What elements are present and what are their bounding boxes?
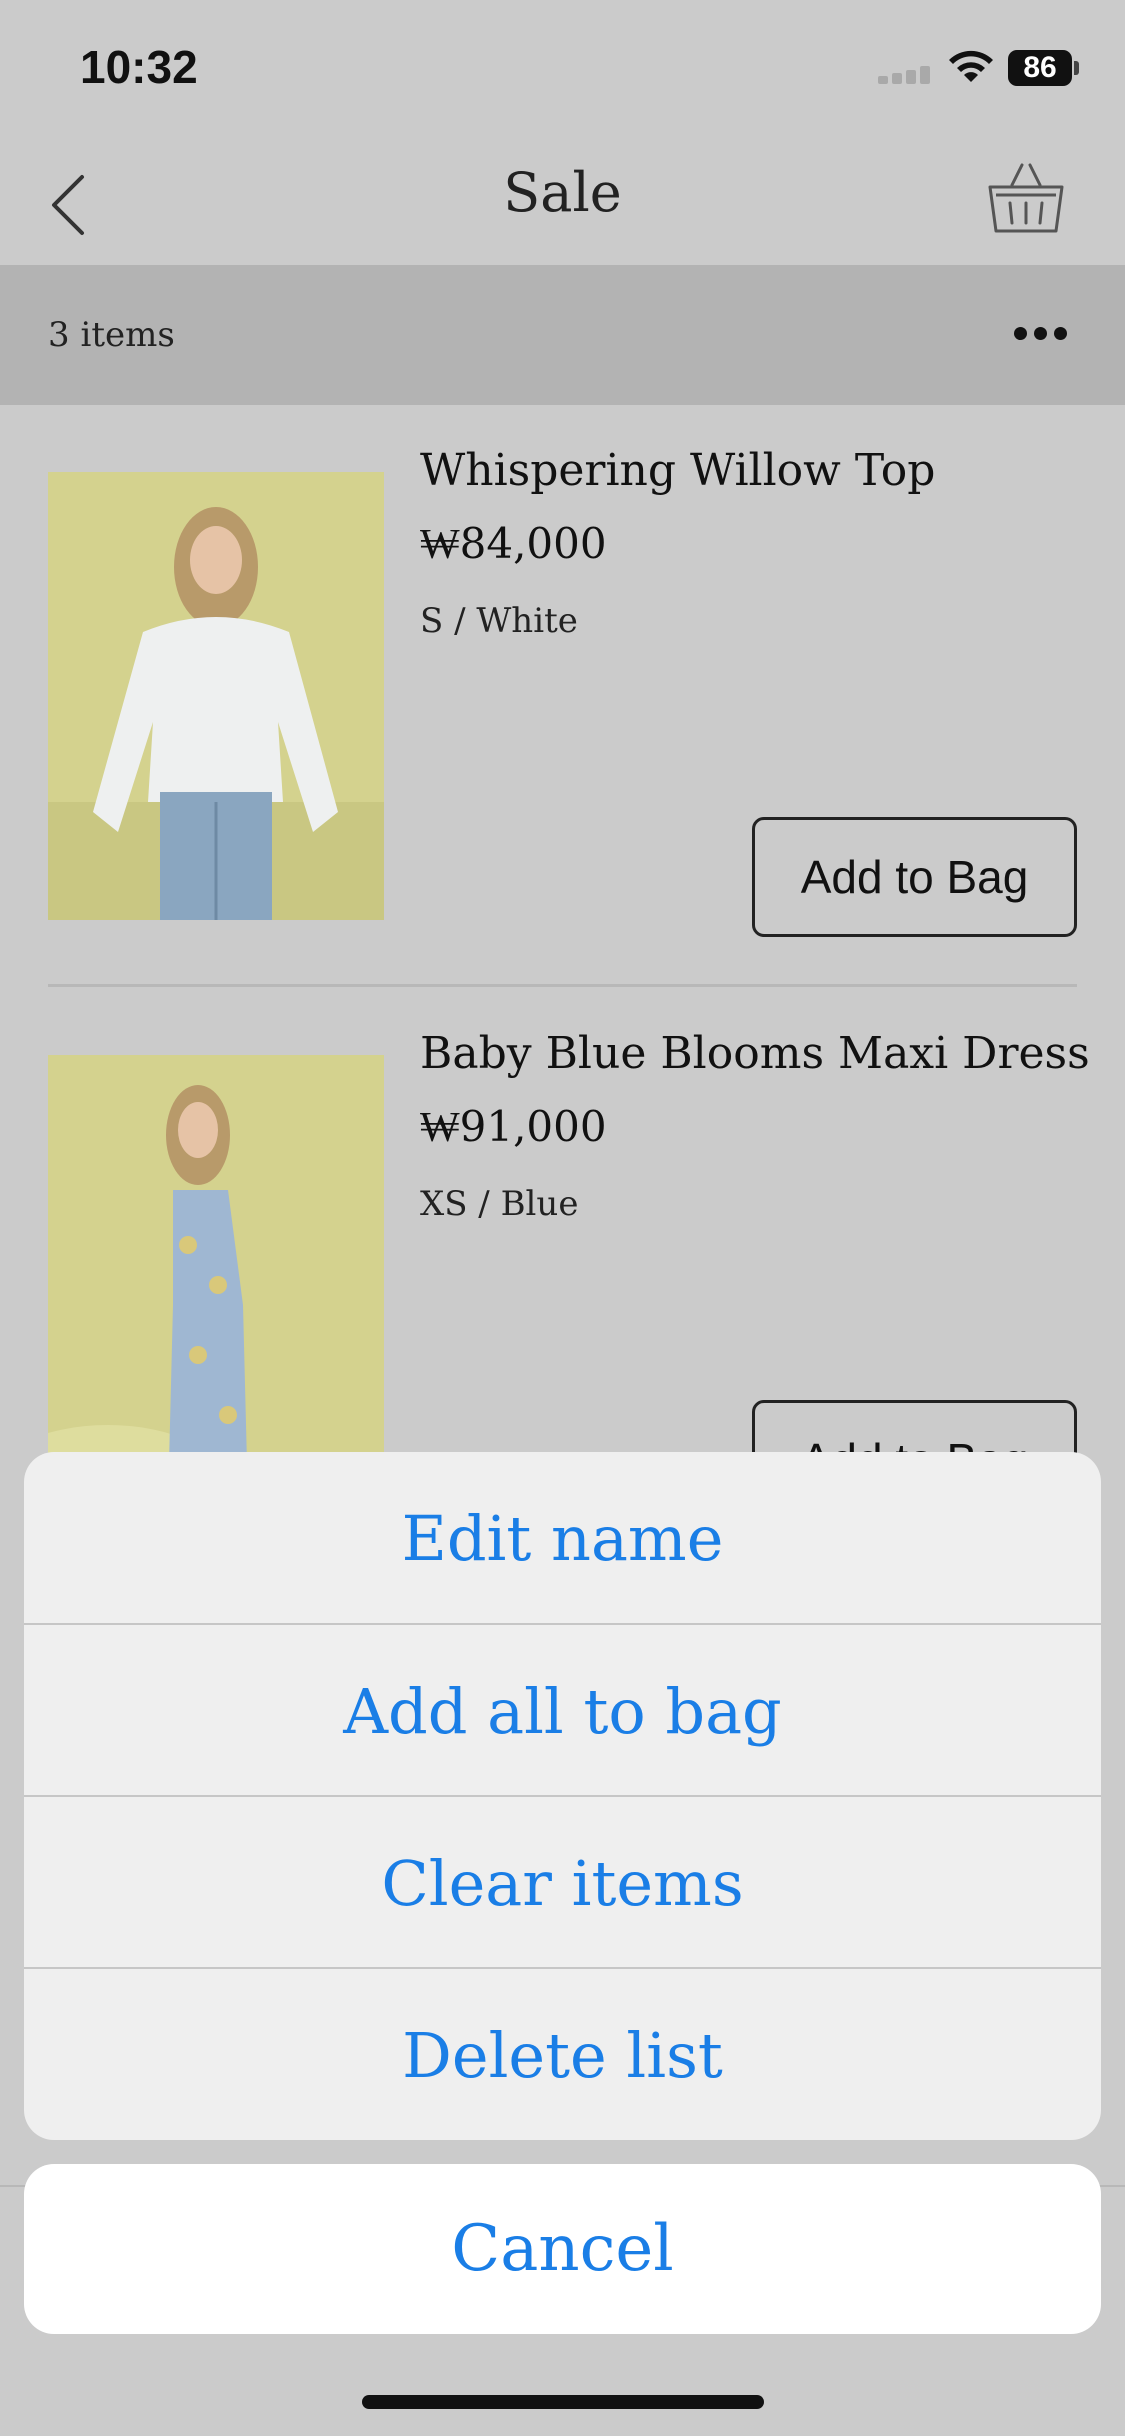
action-sheet: Edit name Add all to bag Clear items Del… — [24, 1452, 1101, 2140]
home-indicator[interactable] — [362, 2395, 764, 2409]
clear-items-button[interactable]: Clear items — [24, 1797, 1101, 1969]
edit-name-button[interactable]: Edit name — [24, 1452, 1101, 1624]
product-name[interactable]: Whispering Willow Top — [420, 445, 935, 496]
battery-cap — [1074, 61, 1079, 75]
status-bar: 10:32 86 — [0, 0, 1125, 135]
basket-icon[interactable] — [986, 159, 1066, 239]
ellipsis-icon[interactable] — [1010, 317, 1070, 353]
battery-icon: 86 — [1008, 50, 1072, 86]
nav-bar: Sale — [0, 135, 1125, 265]
product-image[interactable] — [48, 1055, 384, 1503]
page-title: Sale — [503, 161, 622, 224]
add-all-to-bag-button[interactable]: Add all to bag — [24, 1625, 1101, 1797]
divider — [48, 984, 1077, 987]
list-header: 3 items — [0, 265, 1125, 405]
cancel-button[interactable]: Cancel — [24, 2164, 1101, 2334]
cellular-signal-icon — [878, 66, 934, 84]
status-time: 10:32 — [80, 41, 198, 93]
product-variant: XS / Blue — [420, 1184, 579, 1224]
product-price: ₩84,000 — [420, 519, 607, 568]
chevron-left-icon[interactable] — [40, 165, 100, 245]
product-image[interactable] — [48, 472, 384, 920]
wifi-icon — [949, 50, 993, 82]
list-item[interactable]: Whispering Willow Top ₩84,000 S / White … — [48, 445, 1077, 945]
delete-list-button[interactable]: Delete list — [24, 1969, 1101, 2140]
product-variant: S / White — [420, 601, 578, 641]
product-name[interactable]: Baby Blue Blooms Maxi Dress — [420, 1028, 1090, 1079]
product-price: ₩91,000 — [420, 1102, 607, 1151]
add-to-bag-button[interactable]: Add to Bag — [752, 817, 1077, 937]
item-count: 3 items — [48, 315, 175, 355]
